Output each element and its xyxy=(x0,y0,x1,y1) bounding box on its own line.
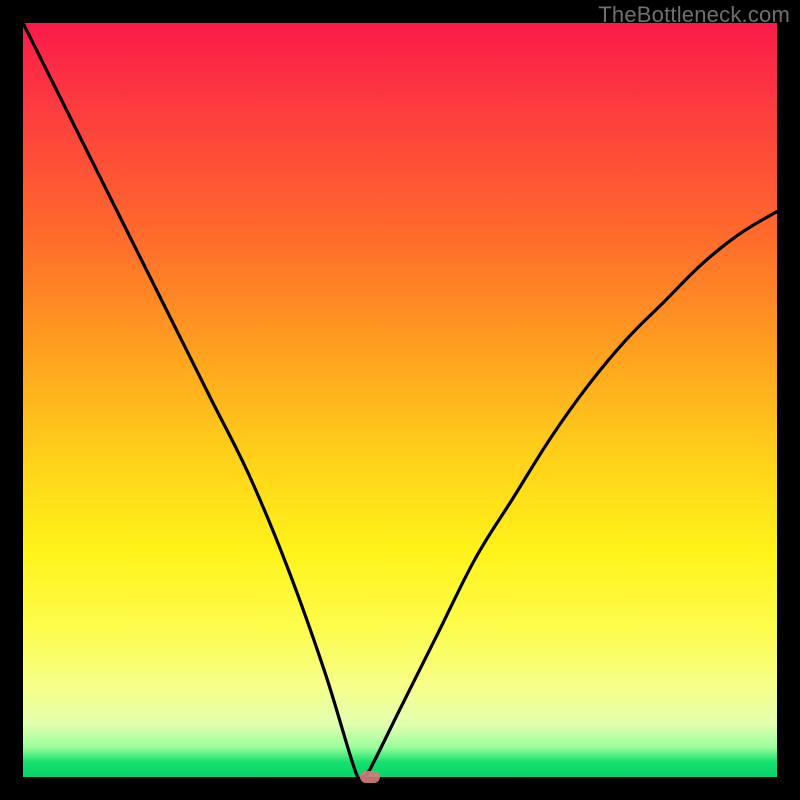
vertex-marker xyxy=(360,771,380,783)
watermark-text: TheBottleneck.com xyxy=(598,2,790,28)
chart-frame: TheBottleneck.com xyxy=(0,0,800,800)
plot-area xyxy=(23,23,777,777)
bottleneck-curve xyxy=(23,23,777,777)
